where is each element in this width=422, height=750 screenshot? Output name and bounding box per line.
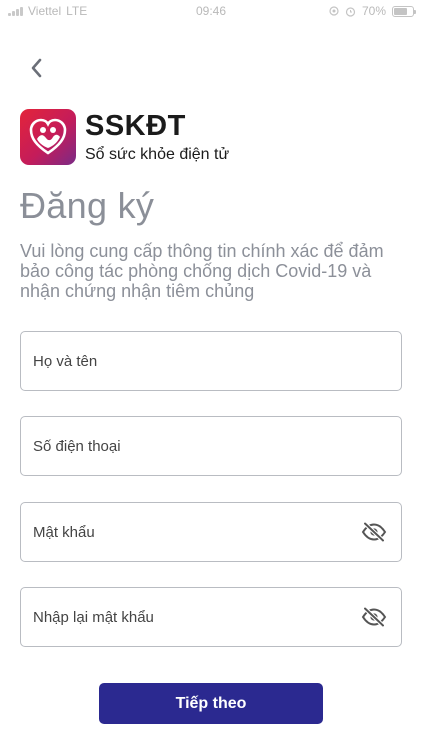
battery-icon [392,5,416,17]
status-bar: Viettel LTE 09:46 70% [0,0,422,22]
back-button[interactable] [20,52,52,84]
full-name-input[interactable] [33,352,389,370]
phone-field[interactable] [20,416,402,476]
status-right: 70% [329,4,416,18]
app-logo [20,109,76,165]
eye-off-icon [361,522,387,542]
battery-fill [394,7,407,15]
app-name: SSKĐT [85,110,186,142]
app-brand-text: SSKĐT Sổ sức khỏe điện tử [85,110,229,164]
app-subtitle: Sổ sức khỏe điện tử [85,146,230,163]
chevron-left-icon [31,58,42,78]
password-field[interactable] [20,502,402,562]
next-button[interactable]: Tiếp theo [99,683,323,724]
password-visibility-toggle[interactable] [359,517,389,547]
confirm-password-field[interactable] [20,587,402,647]
alarm-icon [345,6,356,17]
eye-off-icon [361,607,387,627]
full-name-field[interactable] [20,331,402,391]
phone-input[interactable] [33,437,389,455]
password-input[interactable] [33,523,359,541]
page-description: Vui lòng cung cấp thông tin chính xác để… [20,241,384,301]
page-title: Đăng ký [20,185,155,226]
battery-percent: 70% [361,4,386,18]
confirm-password-visibility-toggle[interactable] [359,602,389,632]
heart-family-logo [29,118,67,155]
app-brand: SSKĐT Sổ sức khỏe điện tử [20,109,229,165]
confirm-password-input[interactable] [33,608,359,626]
location-icon [329,6,339,16]
